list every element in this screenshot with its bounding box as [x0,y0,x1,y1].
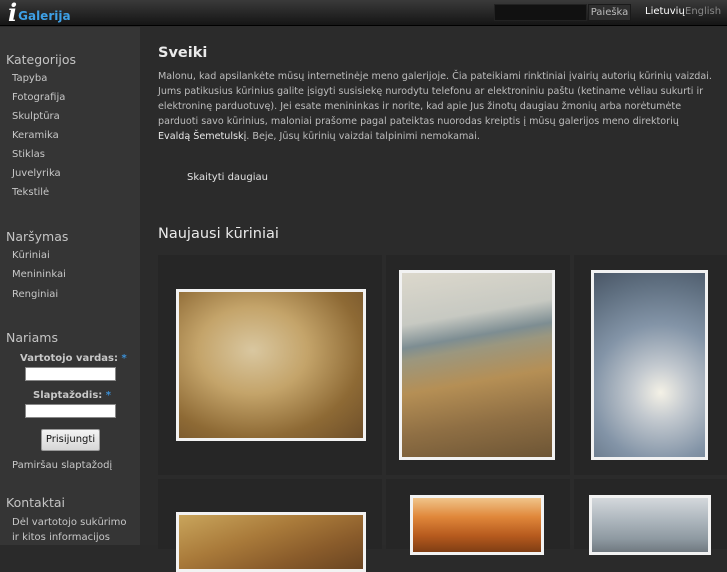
search-input[interactable] [494,4,587,21]
artwork-thumbnail[interactable] [399,270,555,460]
username-input[interactable] [25,367,116,381]
site-logo[interactable]: i Galerija [8,0,71,27]
logo-text: Galerija [18,9,71,23]
category-textile[interactable]: Tekstilė [12,187,49,198]
contacts-text-line2: ir kitos informacijos [12,532,111,543]
contacts-text-line1: Dėl vartotojo sukūrimo [12,517,127,528]
artwork-thumbnail[interactable] [591,270,708,460]
main-content: Sveiki Malonu, kad apsilankėte mūsų inte… [140,27,727,572]
search-button[interactable]: Paieška [588,4,631,21]
members-title: Nariams [6,330,58,345]
category-jewelry[interactable]: Juvelyrika [12,168,61,179]
art-director-link[interactable]: Evaldą Šemetulskį [158,131,246,142]
required-mark: * [121,353,127,364]
password-input[interactable] [25,404,116,418]
artwork-thumbnail[interactable] [176,512,366,572]
artwork-thumbnail[interactable] [410,495,544,555]
forgot-password-link[interactable]: Pamiršau slaptažodį [12,460,112,471]
artwork-cell [386,255,570,475]
logo-mark: i [8,0,18,27]
artwork-cell [574,255,727,475]
username-label: Vartotojo vardas: * [20,353,127,364]
category-glass[interactable]: Stiklas [12,149,45,160]
newest-works-title: Naujausi kūriniai [158,226,279,242]
artwork-cell [386,479,570,555]
artwork-thumbnail[interactable] [589,495,711,555]
category-painting[interactable]: Tapyba [12,73,47,84]
language-english[interactable]: English [685,6,721,17]
read-more-link[interactable]: Skaityti daugiau [187,172,268,183]
top-bar: i Galerija Paieška Lietuvių English [0,0,727,26]
contacts-title: Kontaktai [6,495,65,510]
login-button[interactable]: Prisijungti [41,429,100,451]
category-photography[interactable]: Fotografija [12,92,65,103]
browse-works[interactable]: Kūriniai [12,250,50,261]
sidebar: Kategorijos Tapyba Fotografija Skulptūra… [0,27,140,545]
category-sculpture[interactable]: Skulptūra [12,111,60,122]
browse-events[interactable]: Renginiai [12,289,58,300]
browse-title: Naršymas [6,229,69,244]
language-lithuanian[interactable]: Lietuvių [645,6,685,17]
category-ceramics[interactable]: Keramika [12,130,59,141]
password-label: Slaptažodis: * [33,390,112,401]
welcome-title: Sveiki [158,45,208,61]
artwork-cell [574,479,727,555]
artwork-thumbnail[interactable] [176,289,366,441]
artwork-cell [158,255,382,475]
browse-artists[interactable]: Menininkai [12,269,66,280]
intro-text: Malonu, kad apsilankėte mūsų internetinė… [158,71,712,142]
categories-title: Kategorijos [6,52,77,67]
artwork-cell [158,479,382,572]
required-mark: * [105,390,112,401]
